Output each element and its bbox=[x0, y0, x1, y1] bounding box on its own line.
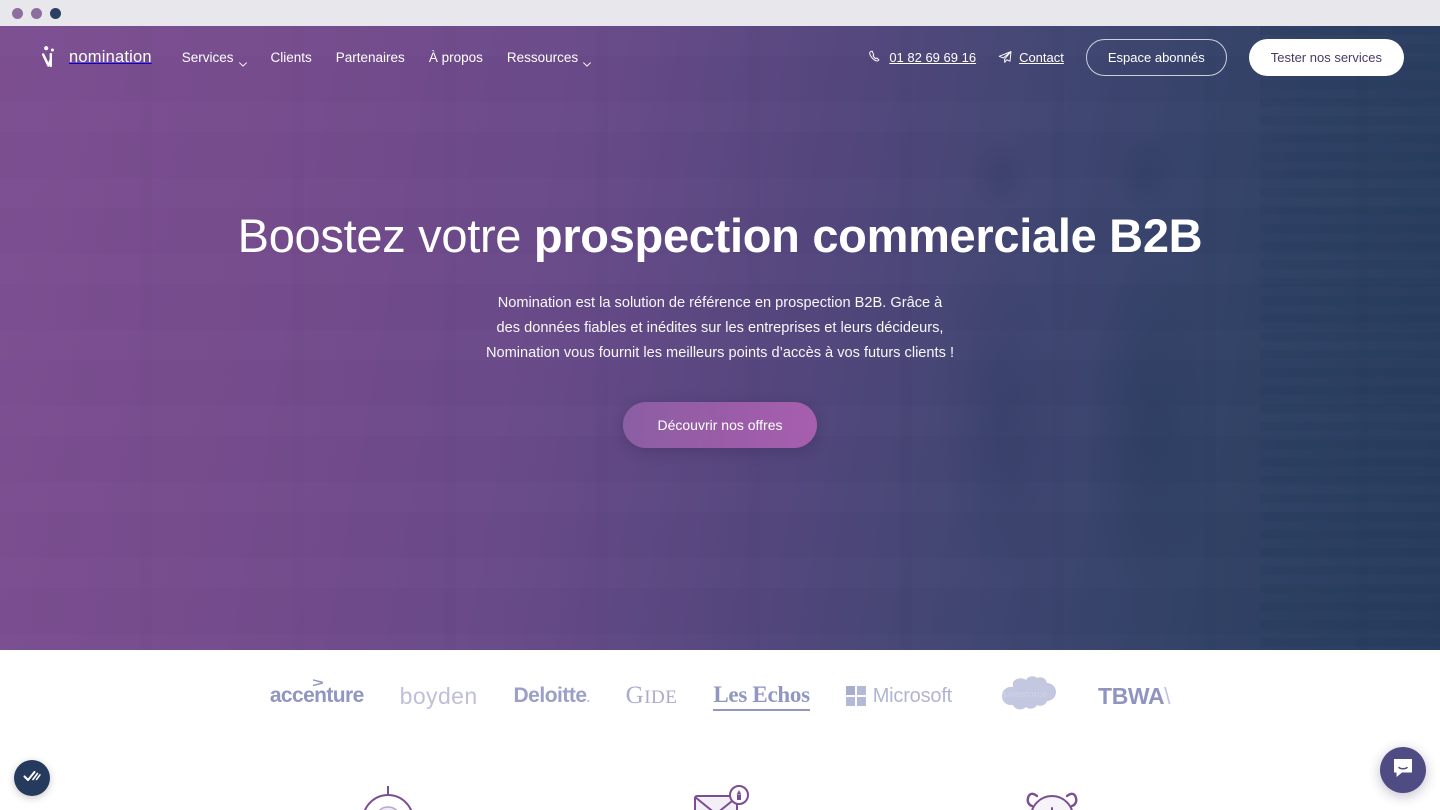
microsoft-squares-icon bbox=[845, 686, 866, 706]
logo-tbwa-label: TBWA bbox=[1098, 682, 1165, 709]
header-actions: 01 82 69 69 16 Contact Espace abonnés Te… bbox=[868, 38, 1404, 76]
logo-gide: GIDE bbox=[610, 668, 694, 724]
phone-number: 01 82 69 69 16 bbox=[889, 49, 977, 65]
contact-link[interactable]: Contact bbox=[998, 50, 1064, 65]
envelope-alert-icon bbox=[689, 780, 751, 810]
nav-label-ressources: Ressources bbox=[506, 49, 579, 65]
alarm-clock-icon bbox=[1021, 780, 1083, 810]
logo-microsoft: Microsoft bbox=[830, 668, 968, 724]
nav-label-clients: Clients bbox=[270, 49, 312, 65]
hero-title-bold: prospection commerciale B2B bbox=[533, 209, 1203, 262]
features-section-preview bbox=[0, 742, 1440, 810]
phone-icon bbox=[868, 50, 882, 64]
contact-label: Contact bbox=[1019, 49, 1064, 65]
brand-logo-link[interactable]: nomination bbox=[40, 45, 152, 69]
hero-content: Boostez votre prospection commerciale B2… bbox=[0, 0, 1440, 624]
logo-accenture: accenture > bbox=[254, 668, 380, 724]
hero-title-light: Boostez votre bbox=[237, 209, 534, 262]
logo-salesforce: salesforce bbox=[972, 668, 1078, 724]
subscriber-area-button[interactable]: Espace abonnés bbox=[1085, 38, 1227, 76]
logo-gide-initial: G bbox=[625, 682, 645, 709]
chevron-down-icon bbox=[583, 55, 592, 67]
nav-item-partenaires[interactable]: Partenaires bbox=[336, 50, 405, 65]
logo-boyden: boyden bbox=[384, 668, 494, 724]
tbwa-slash-icon: \ bbox=[1164, 682, 1171, 709]
phone-link[interactable]: 01 82 69 69 16 bbox=[868, 50, 976, 65]
logo-tbwa: TBWA\ bbox=[1082, 668, 1186, 724]
logo-deloitte-label: Deloitte bbox=[513, 684, 588, 707]
nomination-logo-icon bbox=[40, 45, 62, 69]
hero-subtitle: Nomination est la solution de référence … bbox=[485, 294, 955, 361]
nav-label-services: Services bbox=[181, 49, 234, 65]
logo-les-echos-label: Les Echos bbox=[713, 682, 810, 711]
deloitte-dot-icon: . bbox=[586, 690, 591, 705]
primary-navigation: Services Clients Partenaires À propos Re… bbox=[181, 49, 592, 67]
try-services-button[interactable]: Tester nos services bbox=[1248, 38, 1404, 76]
intercom-chat-icon bbox=[1390, 755, 1416, 786]
axeptio-check-icon bbox=[21, 765, 43, 792]
accenture-carat-icon: > bbox=[312, 675, 323, 690]
nav-label-partenaires: Partenaires bbox=[335, 49, 405, 65]
nav-item-ressources[interactable]: Ressources bbox=[506, 49, 592, 67]
nav-item-services[interactable]: Services bbox=[181, 49, 247, 67]
discover-offers-button[interactable]: Découvrir nos offres bbox=[623, 401, 817, 448]
nav-item-a-propos[interactable]: À propos bbox=[429, 50, 483, 65]
logo-salesforce-label: salesforce bbox=[1002, 689, 1048, 700]
brand-wordmark: nomination bbox=[69, 47, 152, 66]
speedometer-icon bbox=[357, 780, 419, 810]
logo-deloitte: Deloitte. bbox=[498, 668, 606, 724]
logo-les-echos: Les Echos bbox=[697, 668, 825, 724]
logo-boyden-label: boyden bbox=[399, 682, 478, 709]
site-header: nomination Services Clients Partenaires … bbox=[0, 26, 1440, 88]
chat-launcher-button[interactable] bbox=[1380, 747, 1426, 793]
client-logo-strip: accenture > boyden Deloitte. GIDE Les Ec… bbox=[0, 650, 1440, 742]
logo-gide-rest: IDE bbox=[644, 687, 678, 708]
nav-label-a-propos: À propos bbox=[428, 49, 483, 65]
paper-plane-icon bbox=[998, 50, 1012, 64]
chevron-down-icon bbox=[238, 55, 247, 67]
logo-microsoft-label: Microsoft bbox=[872, 684, 953, 707]
hero-title: Boostez votre prospection commerciale B2… bbox=[237, 209, 1203, 263]
cookie-consent-widget[interactable] bbox=[14, 760, 50, 796]
nav-item-clients[interactable]: Clients bbox=[271, 50, 312, 65]
